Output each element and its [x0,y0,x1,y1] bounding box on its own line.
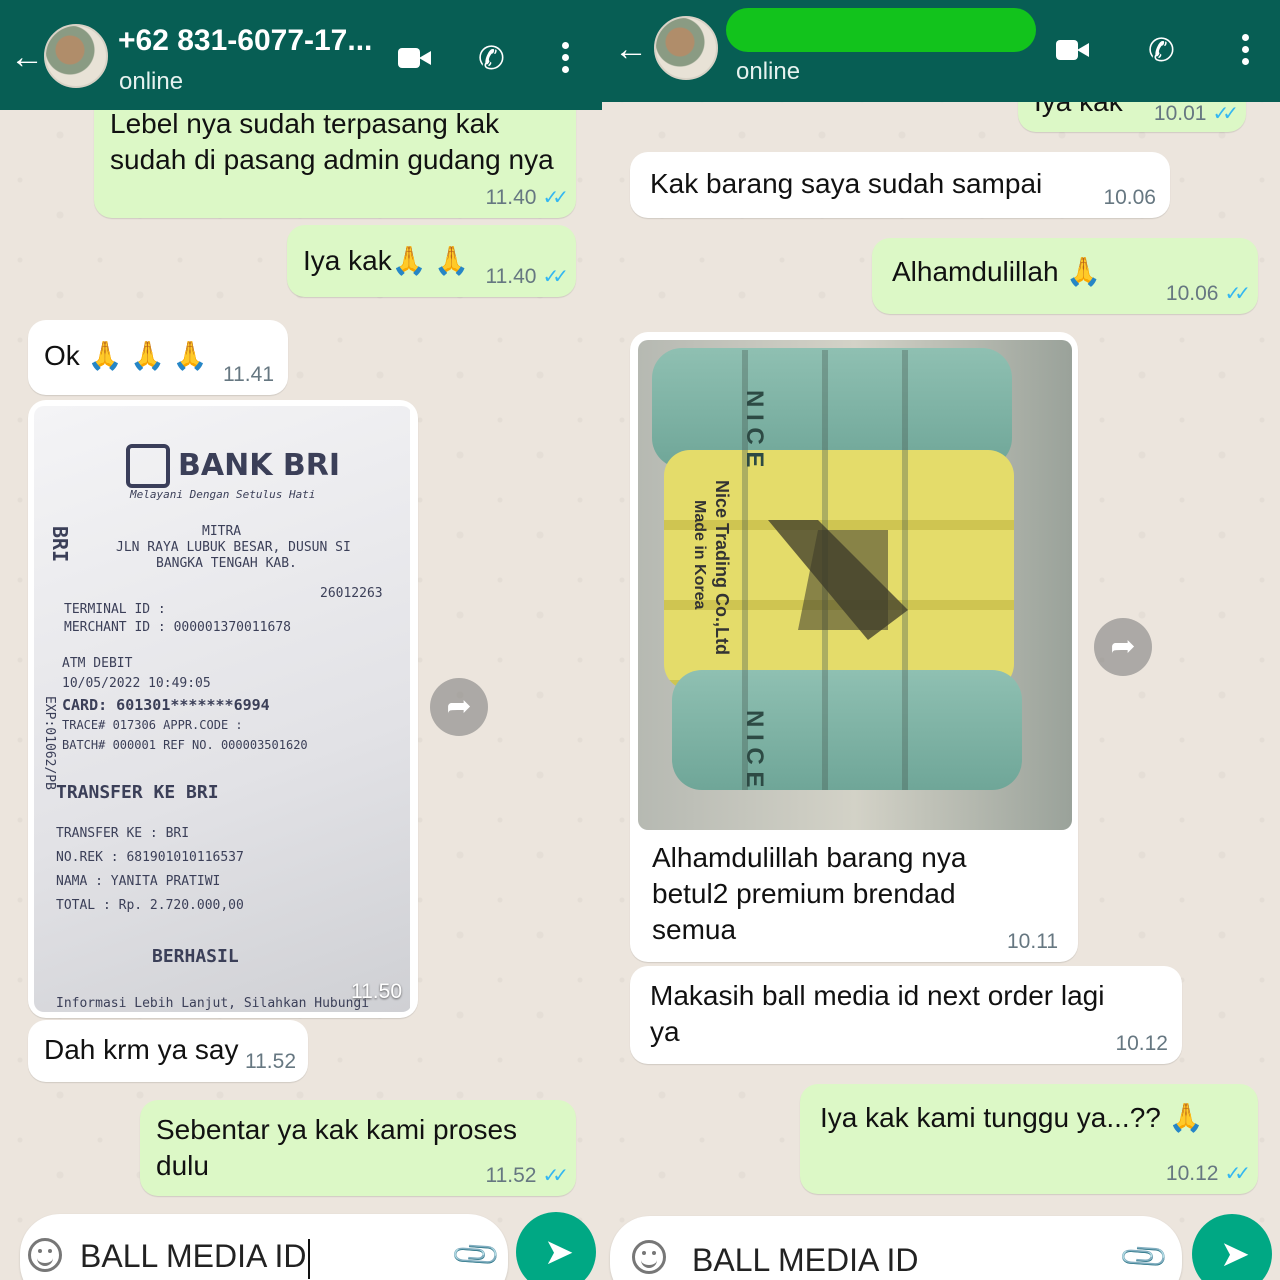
message-bubble-outgoing[interactable]: Iya kak🙏 🙏 11.40 ✓✓ [287,225,576,297]
contact-name-redacted[interactable] [726,8,1036,52]
more-options-icon[interactable] [562,42,570,74]
message-text: Ok 🙏 🙏 🙏 [44,340,208,371]
contact-name[interactable]: +62 831-6077-17... [118,24,372,58]
message-input-bar[interactable]: BALL MEDIA ID 📎 [20,1214,508,1280]
chat-header: ← online ✆ [602,0,1280,102]
video-call-icon[interactable] [398,46,432,70]
image-message-incoming[interactable]: Nice Trading Co.,Ltd Made in Korea N I C… [630,332,1078,962]
message-time: 10.12 [1115,1032,1168,1055]
send-icon: ➤ [1219,1233,1251,1274]
message-text: Iya kak🙏 🙏 [303,245,470,276]
message-time: 10.06 ✓✓ [1165,282,1251,305]
bale-logo-icon [768,520,908,640]
message-bubble-incoming[interactable]: Kak barang saya sudah sampai 10.06 [630,152,1170,218]
message-text: Iya kak kami tunggu ya...?? 🙏 [820,1102,1204,1133]
message-text: Kak barang saya sudah sampai [650,168,1043,199]
receipt-line: NAMA : YANITA PRATIWI [56,874,221,889]
chat-header: ← +62 831-6077-17... online ✆ [0,0,602,110]
attach-icon[interactable]: 📎 [1116,1229,1171,1280]
voice-call-icon[interactable]: ✆ [478,42,505,74]
receipt-line: 26012263 [320,586,383,601]
receipt-side-label: BRI [48,526,72,563]
receipt-photo[interactable]: BANK BRI Melayani Dengan Setulus Hati BR… [34,406,412,1012]
receipt-line: BERHASIL [152,946,239,967]
message-time: 10.11 [1007,930,1058,953]
bale-print-brand: Nice Trading Co.,Ltd [712,480,732,656]
receipt-line: Informasi Lebih Lanjut, Silahkan Hubungi [56,996,370,1011]
chat-panel-left: ← +62 831-6077-17... online ✆ Lebel nya … [0,0,602,1280]
receipt-line: MITRA [202,524,242,539]
message-time: 11.40 ✓✓ [485,186,568,209]
contact-status: online [119,68,184,95]
read-receipt-icon: ✓✓ [542,1165,568,1187]
message-text: Lebel nya sudah terpasang kak sudah di p… [110,108,554,175]
video-call-icon[interactable] [1056,38,1090,62]
bale-print-letters: N I C E [741,710,768,788]
bale-print-letters: N I C E [741,390,768,468]
message-time: 10.06 [1103,186,1156,209]
forward-icon[interactable]: ➦ [430,678,488,736]
message-time: 10.01 ✓✓ [1153,102,1239,125]
message-input-bar[interactable]: BALL MEDIA ID 📎 [610,1216,1182,1280]
message-bubble-outgoing[interactable]: Alhamdulillah 🙏 10.06 ✓✓ [872,238,1258,314]
message-text: Alhamdulillah 🙏 [892,256,1102,287]
message-time: 10.12 ✓✓ [1165,1162,1251,1185]
attach-icon[interactable]: 📎 [448,1227,503,1280]
message-text: Dah krm ya say [44,1034,239,1065]
read-receipt-icon: ✓✓ [1224,283,1250,305]
contact-avatar[interactable] [654,16,718,80]
read-receipt-icon: ✓✓ [542,266,568,288]
message-text: Alhamdulillah barang nya betul2 premium … [652,842,967,945]
receipt-line: JLN RAYA LUBUK BESAR, DUSUN SI [116,540,351,555]
message-time: 11.52 [245,1050,296,1073]
receipt-line: BATCH# 000001 REF NO. 000003501620 [62,738,308,752]
emoji-icon[interactable] [28,1238,62,1272]
receipt-line: TERMINAL ID : [64,602,166,617]
chat-panel-right: ← online ✆ Iya kak 10.01✓✓ Kak barang sa… [602,0,1280,1280]
message-bubble-incoming[interactable]: Dah krm ya say 11.52 [28,1020,308,1082]
message-time: 11.52 ✓✓ [485,1164,568,1187]
bri-logo-icon [126,444,170,488]
message-time: 11.50 [351,980,402,1003]
receipt-line: TRACE# 017306 APPR.CODE : [62,718,243,732]
read-receipt-icon: ✓✓ [1212,103,1238,125]
back-arrow-icon[interactable]: ← [10,40,44,74]
more-options-icon[interactable] [1242,34,1250,66]
receipt-line: 10/05/2022 10:49:05 [62,676,211,691]
emoji-icon[interactable] [632,1240,666,1274]
receipt-line: TRANSFER KE BRI [56,782,219,803]
image-message-incoming[interactable]: BANK BRI Melayani Dengan Setulus Hati BR… [28,400,418,1018]
message-time: 11.41 [223,363,274,386]
read-receipt-icon: ✓✓ [1224,1163,1250,1185]
message-time: 11.40 ✓✓ [485,265,568,288]
message-bubble-outgoing[interactable]: Sebentar ya kak kami proses dulu 11.52 ✓✓ [140,1100,576,1196]
send-icon: ➤ [543,1231,575,1272]
receipt-line: TOTAL : Rp. 2.720.000,00 [56,898,244,913]
voice-call-icon[interactable]: ✆ [1148,34,1175,66]
message-bubble-outgoing[interactable]: Iya kak kami tunggu ya...?? 🙏 10.12 ✓✓ [800,1084,1258,1194]
receipt-line: CARD: 601301*******6994 [62,696,270,714]
receipt-line: NO.REK : 681901010116537 [56,850,244,865]
message-input[interactable]: BALL MEDIA ID [80,1238,311,1279]
bale-print-origin: Made in Korea [691,500,708,610]
message-text: Makasih ball media id next order lagi ya [650,980,1105,1047]
receipt-line: BANGKA TENGAH KAB. [156,556,297,571]
receipt-bank-name: BANK BRI [178,448,341,483]
message-bubble-incoming[interactable]: Makasih ball media id next order lagi ya… [630,966,1182,1064]
contact-status: online [736,58,801,85]
send-button[interactable]: ➤ [516,1212,596,1280]
receipt-line: TRANSFER KE : BRI [56,826,190,841]
read-receipt-icon: ✓✓ [542,187,568,209]
message-bubble-incoming[interactable]: Ok 🙏 🙏 🙏 11.41 [28,320,288,395]
receipt-side-exp: EXP:01062/PB [42,696,57,790]
contact-avatar[interactable] [44,24,108,88]
receipt-line: MERCHANT ID : 000001370011678 [64,620,291,635]
back-arrow-icon[interactable]: ← [614,32,648,66]
send-button[interactable]: ➤ [1192,1214,1272,1280]
receipt-tagline: Melayani Dengan Setulus Hati [130,488,316,501]
receipt-line: ATM DEBIT [62,656,133,671]
forward-icon[interactable]: ➦ [1094,618,1152,676]
bale-photo[interactable]: Nice Trading Co.,Ltd Made in Korea N I C… [638,340,1072,830]
message-input[interactable]: BALL MEDIA ID [692,1242,918,1279]
